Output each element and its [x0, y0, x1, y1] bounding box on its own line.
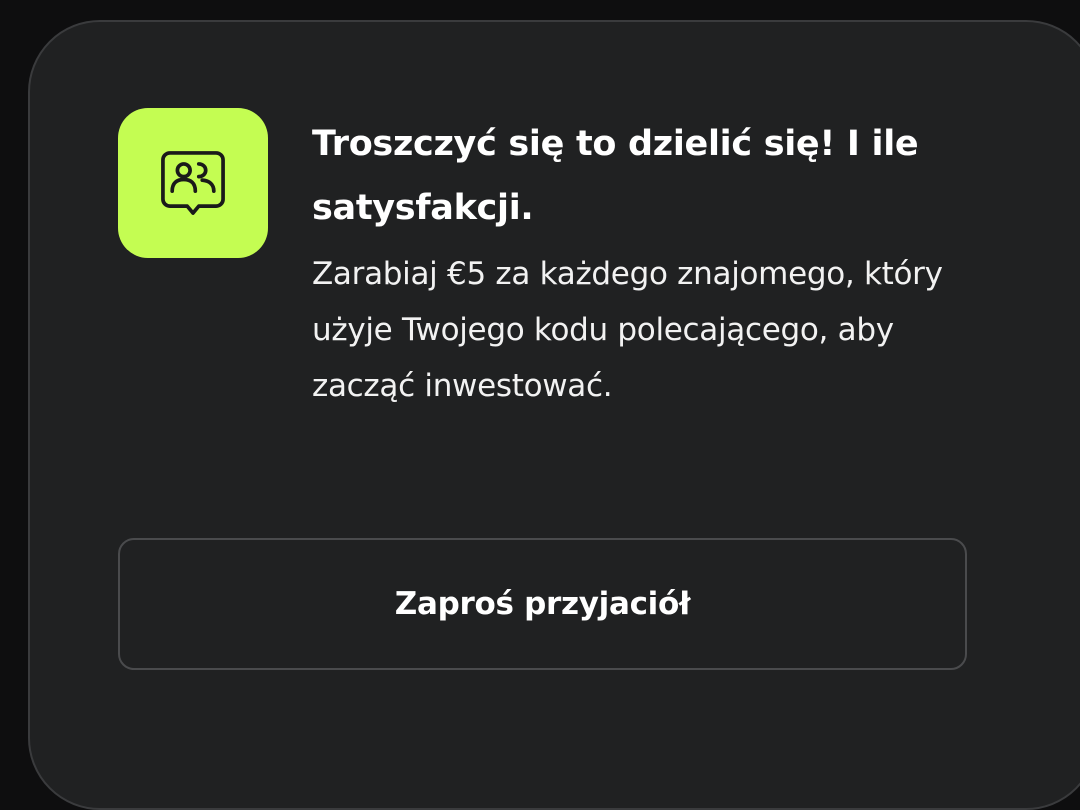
referral-description: Zarabiaj €5 za każdego znajomego, który … [312, 256, 943, 404]
invite-friends-button[interactable]: Zaproś przyjaciół [118, 538, 967, 670]
referral-icon-tile [118, 108, 268, 258]
referral-title: Troszczyć się to dzielić się! I ile saty… [312, 124, 919, 228]
people-chat-bubble-icon [161, 151, 225, 215]
